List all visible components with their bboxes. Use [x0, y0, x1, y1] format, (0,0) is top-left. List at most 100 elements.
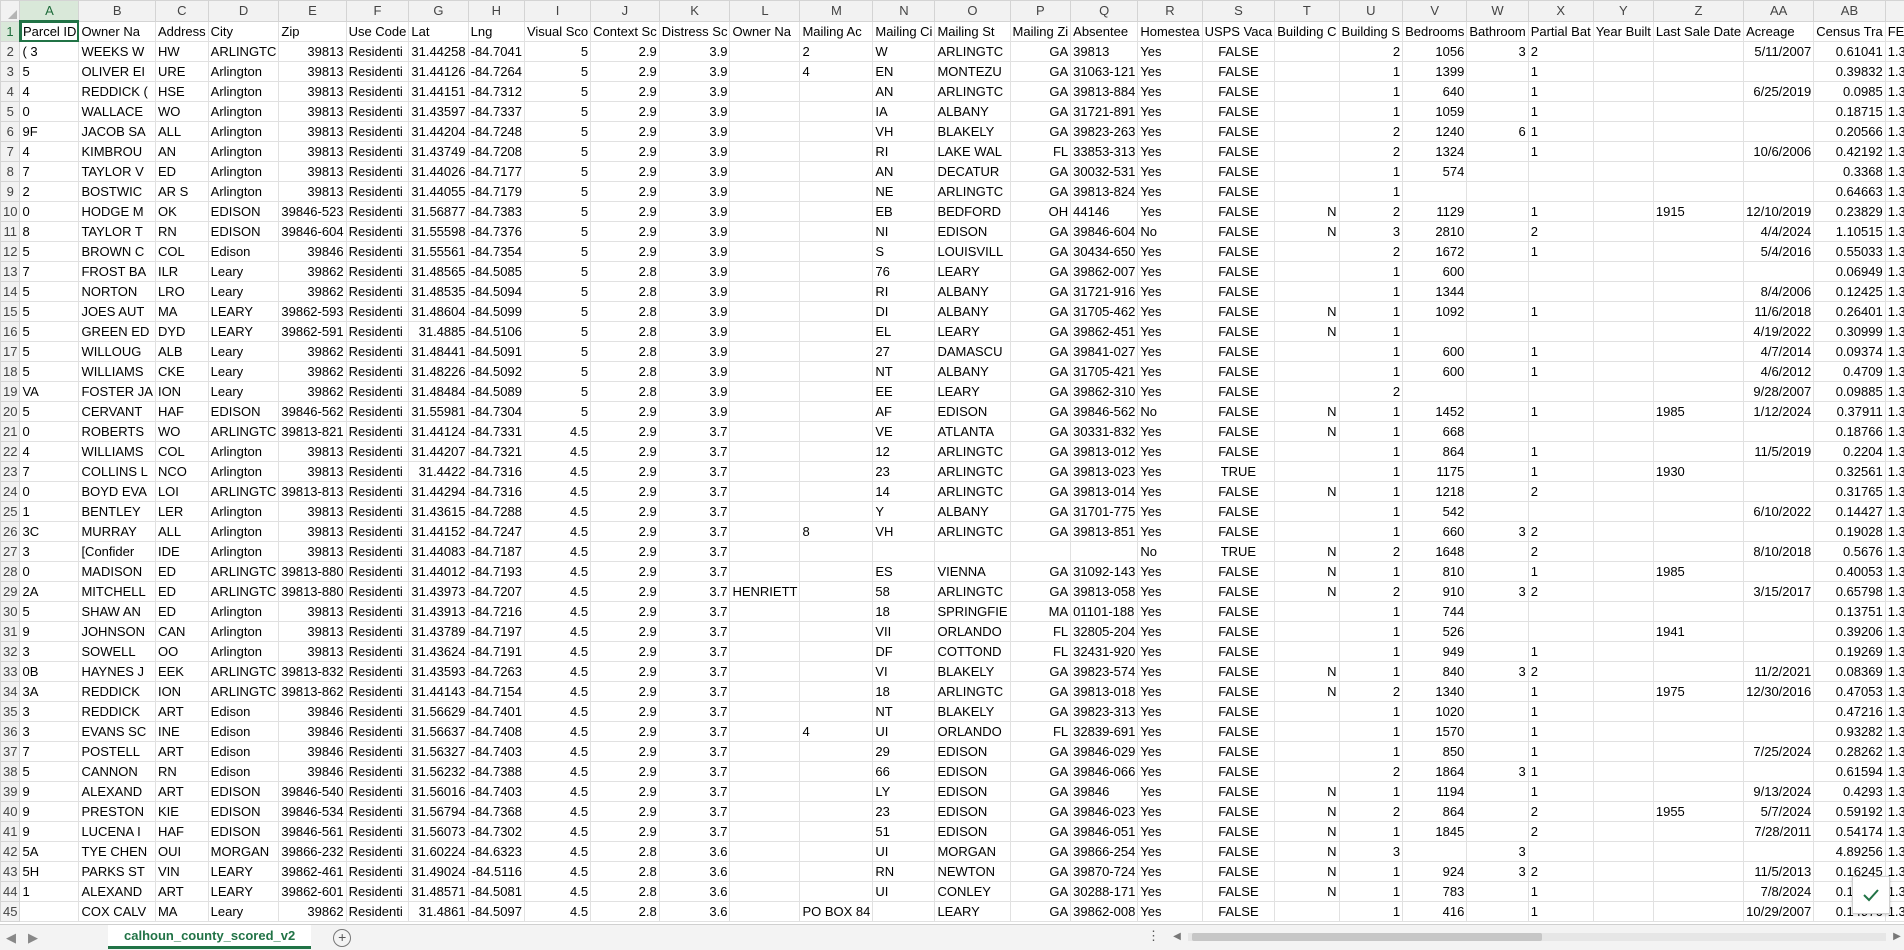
column-header-j[interactable]: J: [591, 1, 660, 22]
cell[interactable]: 39846-562: [1071, 402, 1138, 422]
cell[interactable]: 1: [1528, 782, 1593, 802]
cell[interactable]: [1593, 422, 1653, 442]
cell[interactable]: 30288-171: [1071, 882, 1138, 902]
cell[interactable]: -84.5089: [468, 382, 524, 402]
cell[interactable]: [1593, 142, 1653, 162]
cell[interactable]: N: [1275, 782, 1339, 802]
cell[interactable]: [1744, 422, 1814, 442]
cell[interactable]: 0.12425: [1814, 282, 1885, 302]
cell[interactable]: [730, 182, 800, 202]
cell[interactable]: 1.3E+10: [1885, 582, 1904, 602]
cell[interactable]: 1955: [1653, 802, 1743, 822]
cell[interactable]: LEARY: [935, 382, 1010, 402]
cell[interactable]: 31.56016: [409, 782, 468, 802]
cell[interactable]: 10/29/2007: [1744, 902, 1814, 922]
cell[interactable]: [1593, 722, 1653, 742]
cell[interactable]: Leary: [208, 362, 279, 382]
row-header[interactable]: 28: [1, 562, 20, 582]
cell[interactable]: 39862-451: [1071, 322, 1138, 342]
cell[interactable]: Residenti: [346, 102, 409, 122]
cell[interactable]: 1: [1339, 822, 1403, 842]
cell[interactable]: 2.9: [591, 442, 660, 462]
cell[interactable]: VE: [873, 422, 935, 442]
cell[interactable]: [1593, 782, 1653, 802]
cell[interactable]: Residenti: [346, 842, 409, 862]
column-header-g[interactable]: G: [409, 1, 468, 22]
cell[interactable]: 31.48441: [409, 342, 468, 362]
cell[interactable]: RI: [873, 282, 935, 302]
cell[interactable]: GA: [1010, 242, 1071, 262]
cell[interactable]: ALBANY: [935, 102, 1010, 122]
cell[interactable]: GA: [1010, 362, 1071, 382]
cell[interactable]: Yes: [1138, 842, 1202, 862]
cell[interactable]: 31.48484: [409, 382, 468, 402]
cell[interactable]: 31.44204: [409, 122, 468, 142]
cell[interactable]: 31.56629: [409, 702, 468, 722]
cell[interactable]: LOI: [155, 482, 208, 502]
cell[interactable]: [730, 702, 800, 722]
cell[interactable]: CAN: [155, 622, 208, 642]
cell[interactable]: 39813: [279, 642, 346, 662]
cell[interactable]: 2: [1339, 242, 1403, 262]
cell[interactable]: 5: [524, 402, 590, 422]
cell[interactable]: 1344: [1403, 282, 1467, 302]
cell[interactable]: [1593, 122, 1653, 142]
cell[interactable]: 2: [1528, 802, 1593, 822]
cell[interactable]: Residenti: [346, 782, 409, 802]
cell[interactable]: 1.3E+10: [1885, 242, 1904, 262]
cell[interactable]: COTTOND: [935, 642, 1010, 662]
cell[interactable]: ARLINGTC: [935, 482, 1010, 502]
cell[interactable]: [1653, 122, 1743, 142]
cell[interactable]: 4.5: [524, 442, 590, 462]
cell[interactable]: 1.3E+10: [1885, 622, 1904, 642]
cell[interactable]: Yes: [1138, 102, 1202, 122]
cell[interactable]: [730, 722, 800, 742]
cell[interactable]: 1: [1528, 442, 1593, 462]
cell[interactable]: 1: [1339, 722, 1403, 742]
cell[interactable]: 4.5: [524, 902, 590, 922]
cell[interactable]: Residenti: [346, 622, 409, 642]
cell[interactable]: [800, 402, 873, 422]
cell[interactable]: GA: [1010, 282, 1071, 302]
cell[interactable]: 0.37911: [1814, 402, 1885, 422]
cell[interactable]: 2.9: [591, 622, 660, 642]
cell[interactable]: 2: [1339, 42, 1403, 62]
cell[interactable]: DYD: [155, 322, 208, 342]
cell[interactable]: -84.7403: [468, 782, 524, 802]
cell[interactable]: GA: [1010, 342, 1071, 362]
column-header-h[interactable]: H: [468, 1, 524, 22]
cell[interactable]: TRUE: [1202, 462, 1275, 482]
cell[interactable]: 5: [20, 242, 79, 262]
cell[interactable]: [730, 322, 800, 342]
cell[interactable]: 2.9: [591, 722, 660, 742]
cell[interactable]: -84.7263: [468, 662, 524, 682]
cell[interactable]: 4.5: [524, 702, 590, 722]
cell[interactable]: GA: [1010, 182, 1071, 202]
cell[interactable]: N: [1275, 582, 1339, 602]
cell[interactable]: GA: [1010, 422, 1071, 442]
row-header[interactable]: 42: [1, 842, 20, 862]
cell[interactable]: 39862: [279, 282, 346, 302]
cell[interactable]: [730, 422, 800, 442]
cell[interactable]: 39813-821: [279, 422, 346, 442]
cell[interactable]: ARLINGTC: [935, 682, 1010, 702]
header-cell[interactable]: Owner Na: [730, 21, 800, 42]
cell[interactable]: -84.5097: [468, 902, 524, 922]
cell[interactable]: 2.9: [591, 802, 660, 822]
cell[interactable]: GA: [1010, 862, 1071, 882]
cell[interactable]: 5: [524, 42, 590, 62]
row-header[interactable]: 17: [1, 342, 20, 362]
cell[interactable]: N: [1275, 422, 1339, 442]
cell[interactable]: 2: [1339, 122, 1403, 142]
cell[interactable]: 2.9: [591, 762, 660, 782]
cell[interactable]: 2: [1339, 682, 1403, 702]
cell[interactable]: 2.9: [591, 422, 660, 442]
cell[interactable]: [800, 622, 873, 642]
header-cell[interactable]: Partial Bat: [1528, 21, 1593, 42]
cell[interactable]: 5: [524, 82, 590, 102]
cell[interactable]: 3.7: [659, 642, 730, 662]
cell[interactable]: [1593, 222, 1653, 242]
cell[interactable]: [1275, 162, 1339, 182]
cell[interactable]: [1403, 842, 1467, 862]
column-header-o[interactable]: O: [935, 1, 1010, 22]
